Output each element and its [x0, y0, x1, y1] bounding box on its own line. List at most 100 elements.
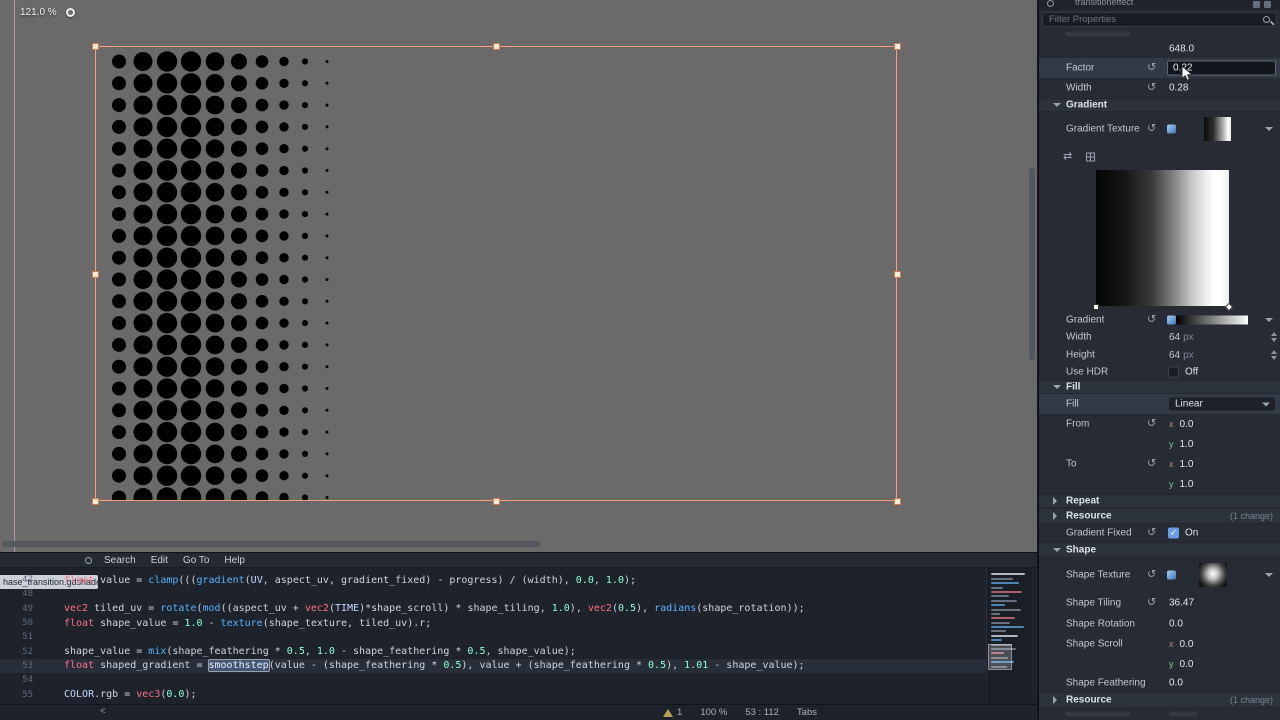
gradient-reverse-icon[interactable]: ⇄	[1063, 151, 1072, 163]
selection-handle[interactable]	[91, 270, 99, 278]
component-value[interactable]: 0.0	[1180, 659, 1194, 670]
vector-component[interactable]: y 1.0	[1169, 474, 1193, 494]
gradient-snap-icon[interactable]	[1086, 152, 1095, 162]
gradient-stop-handle[interactable]	[1093, 304, 1099, 310]
section-resource-2[interactable]: Resource (1 change)	[1039, 692, 1280, 708]
property-gradient-texture[interactable]: Gradient Texture ↺	[1039, 112, 1280, 146]
menu-edit[interactable]: Edit	[151, 555, 168, 566]
property-use-hdr[interactable]: Use HDR Off	[1039, 364, 1280, 380]
spinner-arrows-icon[interactable]	[1271, 350, 1277, 360]
gradient-preview-box[interactable]	[1093, 170, 1234, 312]
selection-handle[interactable]	[492, 497, 500, 505]
menu-help[interactable]: Help	[224, 555, 245, 566]
vector-component[interactable]: x 0.0	[1169, 634, 1193, 654]
2d-viewport[interactable]: 121.0 %	[0, 0, 1037, 552]
property-value[interactable]: 0.28	[1169, 83, 1188, 94]
property-value[interactable]: 0.0	[1169, 619, 1183, 630]
revert-icon[interactable]: ↺	[1147, 62, 1156, 74]
code-minimap[interactable]	[986, 568, 1032, 704]
property-gradient-fixed[interactable]: Gradient Fixed ↺ ✓ On	[1039, 524, 1280, 542]
revert-icon[interactable]: ↺	[1147, 82, 1156, 94]
menu-search[interactable]: Search	[104, 555, 136, 566]
code-line[interactable]: 54	[0, 673, 986, 687]
section-gradient[interactable]: Gradient	[1039, 98, 1280, 112]
selection-handle[interactable]	[893, 497, 901, 505]
revert-icon[interactable]: ↺	[1147, 314, 1156, 326]
selection-handle[interactable]	[91, 497, 99, 505]
resource-thumbnail[interactable]	[1204, 117, 1231, 141]
property-value[interactable]: 36.47	[1169, 598, 1194, 609]
warnings-indicator[interactable]: 1	[663, 707, 682, 718]
revert-icon[interactable]: ↺	[1147, 527, 1156, 539]
checkbox[interactable]: ✓	[1168, 527, 1179, 539]
property-to[interactable]: To ↺ x 1.0 y 1.0	[1039, 454, 1280, 494]
gradient-stop-handle[interactable]	[1224, 302, 1234, 312]
property-shape-feathering[interactable]: Shape Feathering 0.0	[1039, 674, 1280, 692]
revert-icon[interactable]: ↺	[1147, 597, 1156, 609]
viewport-hscrollbar[interactable]	[2, 541, 540, 547]
gradient-editor-toolbar[interactable]: ⇄	[1039, 146, 1280, 168]
chevron-down-icon[interactable]	[1265, 127, 1273, 131]
vector-component[interactable]: x 0.0	[1169, 414, 1193, 434]
code-line[interactable]: 53 float shaped_gradient = smoothstep(val…	[0, 658, 986, 674]
property-value[interactable]: 0.0	[1169, 678, 1183, 689]
revert-icon[interactable]: ↺	[1147, 123, 1156, 135]
code-line[interactable]: 50 float shape_value = 1.0 - texture(shap…	[0, 616, 986, 630]
collapse-panel-button[interactable]: <	[100, 706, 106, 717]
property-from[interactable]: From ↺ x 0.0 y 1.0	[1039, 414, 1280, 454]
editor-zoom-label[interactable]: 100 %	[700, 707, 727, 718]
section-repeat[interactable]: Repeat	[1039, 494, 1280, 508]
property-fill[interactable]: Fill Linear	[1039, 394, 1280, 414]
property-width[interactable]: Width ↺ 0.28	[1039, 78, 1280, 98]
filter-properties-box[interactable]	[1042, 12, 1277, 27]
panel-menu-icon[interactable]	[1253, 1, 1260, 8]
vector-component[interactable]: x 1.0	[1169, 454, 1193, 474]
revert-icon[interactable]: ↺	[1147, 569, 1156, 581]
viewport-vscrollbar[interactable]	[1029, 168, 1035, 360]
component-value[interactable]: 0.0	[1180, 639, 1194, 650]
panel-options-icon[interactable]	[1264, 1, 1271, 8]
menu-go-to[interactable]: Go To	[183, 555, 210, 566]
component-value[interactable]: 1.0	[1180, 459, 1194, 470]
property-gradient[interactable]: Gradient ↺	[1039, 312, 1280, 328]
selection-handle[interactable]	[492, 42, 500, 50]
property-shape-texture[interactable]: Shape Texture ↺	[1039, 558, 1280, 592]
gradient-preview[interactable]	[1039, 168, 1280, 312]
code-area[interactable]: 47 float value = clamp(((gradient(UV, asp…	[0, 568, 986, 704]
code-line[interactable]: 48	[0, 587, 986, 601]
selection-handle[interactable]	[893, 270, 901, 278]
component-value[interactable]: 1.0	[1180, 439, 1194, 450]
checkbox[interactable]	[1168, 366, 1179, 378]
code-line[interactable]: 51	[0, 630, 986, 644]
revert-icon[interactable]: ↺	[1147, 458, 1156, 470]
component-value[interactable]: 1.0	[1180, 479, 1194, 490]
vector-component[interactable]: y 0.0	[1169, 654, 1193, 674]
property-shape-scroll[interactable]: Shape Scroll x 0.0 y 0.0	[1039, 634, 1280, 674]
indent-mode-label[interactable]: Tabs	[797, 707, 817, 718]
component-value[interactable]: 0.0	[1180, 419, 1194, 430]
minimap-viewport[interactable]	[988, 644, 1012, 670]
code-line[interactable]: 55 COLOR.rgb = vec3(0.0);	[0, 687, 986, 701]
code-line[interactable]: 52 shape_value = mix(shape_feathering * 0…	[0, 644, 986, 658]
filter-properties-input[interactable]	[1043, 13, 1276, 26]
property-factor[interactable]: Factor↺0.22	[1039, 58, 1280, 78]
property-tex-width[interactable]: Width 64 px	[1039, 328, 1280, 346]
section-fill[interactable]: Fill	[1039, 380, 1280, 394]
property-value[interactable]: 648.0	[1169, 44, 1194, 55]
selection-handle[interactable]	[893, 42, 901, 50]
spin-value[interactable]: 64 px	[1169, 346, 1266, 364]
vector-component[interactable]: y 1.0	[1169, 434, 1193, 454]
resource-thumbnail[interactable]	[1199, 563, 1227, 587]
selection-handle[interactable]	[91, 42, 99, 50]
option-dropdown[interactable]: Linear	[1168, 396, 1276, 412]
center-view-icon[interactable]	[65, 8, 75, 17]
section-resource[interactable]: Resource (1 change)	[1039, 508, 1280, 524]
code-line[interactable]: 47 float value = clamp(((gradient(UV, asp…	[0, 573, 986, 587]
chevron-down-icon[interactable]	[1265, 318, 1273, 322]
spin-value[interactable]: 64 px	[1169, 328, 1266, 346]
resource-thumbnail[interactable]	[1176, 315, 1248, 325]
spinner-arrows-icon[interactable]	[1271, 332, 1277, 342]
zoom-level-label[interactable]: 121.0 %	[20, 7, 57, 18]
zoom-controls[interactable]: 121.0 %	[20, 7, 75, 18]
property-shape-tiling[interactable]: Shape Tiling ↺ 36.47	[1039, 592, 1280, 614]
